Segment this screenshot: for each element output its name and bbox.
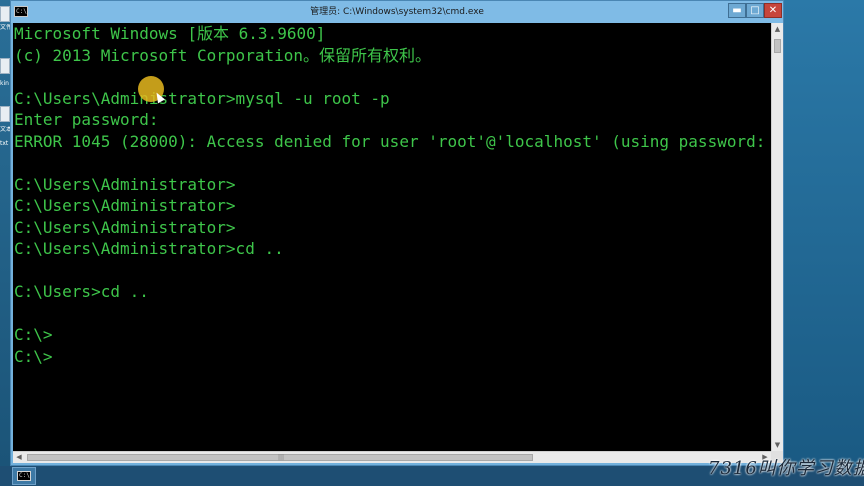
desktop-right-strip [784,0,864,466]
desktop-file-icon[interactable] [0,6,10,22]
console-line: ERROR 1045 (28000): Access denied for us… [14,131,771,151]
horizontal-scroll-thumb[interactable]: ||| [27,454,533,461]
desktop-icon-label: txt [0,140,9,147]
console-line: (c) 2013 Microsoft Corporation。保留所有权利。 [14,45,431,65]
horizontal-scrollbar[interactable]: ◀ ||| ▶ [13,451,771,463]
desktop-file-icon[interactable] [0,58,10,74]
console-line: C:\Users>cd .. [14,282,149,301]
console-line: C:\> [14,325,53,344]
console-output[interactable]: Microsoft Windows [版本 6.3.9600] (c) 2013 … [13,23,771,451]
console-line: C:\Users\Administrator>mysql -u root -p [14,88,390,108]
console-line: C:\Users\Administrator> [14,217,236,237]
console-line: C:\Users\Administrator> [14,196,236,215]
scroll-left-arrow-icon[interactable]: ◀ [13,452,25,463]
desktop-icon-label: kin [0,80,9,87]
taskbar-item-cmd[interactable]: C:\ [12,467,36,485]
console-line: Microsoft Windows [版本 6.3.9600] [14,24,326,43]
close-button[interactable]: ✕ [764,3,782,18]
desktop-icon-label: 文本 [0,126,10,133]
desktop-text-file-icon[interactable] [0,106,10,122]
console-line: Enter password: [14,110,159,129]
console-text: Microsoft Windows [版本 6.3.9600] (c) 2013 … [14,23,771,367]
console-line: C:\Users\Administrator>cd .. [14,239,284,258]
desktop-icon-label: 文件 [0,24,10,31]
scroll-up-arrow-icon[interactable]: ▲ [772,23,783,35]
watermark: 7316叫你学习数据 [708,458,864,479]
vertical-scrollbar[interactable]: ▲ ▼ [771,23,783,451]
window-title: 管理员: C:\Windows\system32\cmd.exe [310,7,484,17]
console-line: C:\> [14,346,53,366]
scroll-down-arrow-icon[interactable]: ▼ [772,439,783,451]
title-bar[interactable]: C:\ 管理员: C:\Windows\system32\cmd.exe ▬ □… [11,1,783,23]
scroll-grip-icon: ||| [278,454,285,461]
cmd-taskbar-icon: C:\ [17,471,31,481]
vertical-scroll-thumb[interactable] [774,39,781,53]
cmd-window[interactable]: C:\ 管理员: C:\Windows\system32\cmd.exe ▬ □… [10,0,784,466]
console-line: C:\Users\Administrator> [14,174,236,194]
desktop-left-strip: 文件 kin 文本 txt [0,0,10,466]
minimize-button[interactable]: ▬ [728,3,746,18]
maximize-button[interactable]: □ [746,3,764,18]
